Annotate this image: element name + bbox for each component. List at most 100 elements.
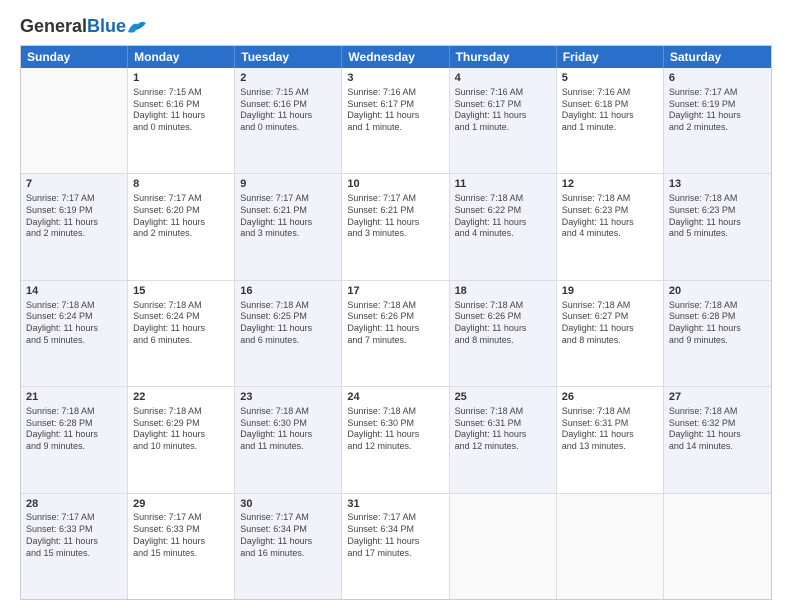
cell-line-2: Daylight: 11 hours [26, 217, 122, 229]
calendar-cell-1: 1Sunrise: 7:15 AMSunset: 6:16 PMDaylight… [128, 68, 235, 173]
cell-content: Sunrise: 7:17 AMSunset: 6:19 PMDaylight:… [669, 87, 766, 134]
cell-line-1: Sunset: 6:17 PM [455, 99, 551, 111]
cell-content: Sunrise: 7:15 AMSunset: 6:16 PMDaylight:… [133, 87, 229, 134]
cell-line-3: and 1 minute. [562, 122, 658, 134]
cell-line-1: Sunset: 6:30 PM [240, 418, 336, 430]
day-number: 2 [240, 71, 336, 86]
calendar-cell-18: 18Sunrise: 7:18 AMSunset: 6:26 PMDayligh… [450, 281, 557, 386]
cell-line-3: and 9 minutes. [26, 441, 122, 453]
cell-line-2: Daylight: 11 hours [347, 323, 443, 335]
cell-content: Sunrise: 7:16 AMSunset: 6:17 PMDaylight:… [347, 87, 443, 134]
day-number: 1 [133, 71, 229, 86]
cell-line-3: and 8 minutes. [562, 335, 658, 347]
calendar-cell-29: 29Sunrise: 7:17 AMSunset: 6:33 PMDayligh… [128, 494, 235, 599]
calendar-cell-24: 24Sunrise: 7:18 AMSunset: 6:30 PMDayligh… [342, 387, 449, 492]
cell-line-0: Sunrise: 7:15 AM [133, 87, 229, 99]
cell-line-0: Sunrise: 7:17 AM [26, 512, 122, 524]
cell-content: Sunrise: 7:18 AMSunset: 6:24 PMDaylight:… [26, 300, 122, 347]
day-number: 24 [347, 390, 443, 405]
cell-line-0: Sunrise: 7:18 AM [669, 300, 766, 312]
logo-blue: Blue [87, 16, 126, 37]
header: General Blue [20, 16, 772, 37]
cell-line-3: and 12 minutes. [455, 441, 551, 453]
cell-line-2: Daylight: 11 hours [669, 323, 766, 335]
cell-line-0: Sunrise: 7:17 AM [347, 193, 443, 205]
cell-line-0: Sunrise: 7:18 AM [240, 406, 336, 418]
calendar-cell-26: 26Sunrise: 7:18 AMSunset: 6:31 PMDayligh… [557, 387, 664, 492]
calendar-cell-19: 19Sunrise: 7:18 AMSunset: 6:27 PMDayligh… [557, 281, 664, 386]
calendar-cell-empty [664, 494, 771, 599]
cell-content: Sunrise: 7:17 AMSunset: 6:33 PMDaylight:… [133, 512, 229, 559]
calendar-cell-16: 16Sunrise: 7:18 AMSunset: 6:25 PMDayligh… [235, 281, 342, 386]
cell-line-2: Daylight: 11 hours [26, 536, 122, 548]
day-number: 29 [133, 497, 229, 512]
calendar-header: SundayMondayTuesdayWednesdayThursdayFrid… [21, 46, 771, 68]
cell-content: Sunrise: 7:18 AMSunset: 6:28 PMDaylight:… [26, 406, 122, 453]
cell-line-0: Sunrise: 7:18 AM [669, 193, 766, 205]
cell-content: Sunrise: 7:17 AMSunset: 6:34 PMDaylight:… [240, 512, 336, 559]
page: General Blue SundayMondayTuesdayWednesda… [0, 0, 792, 612]
cell-line-3: and 10 minutes. [133, 441, 229, 453]
cell-line-3: and 3 minutes. [240, 228, 336, 240]
cell-content: Sunrise: 7:17 AMSunset: 6:21 PMDaylight:… [347, 193, 443, 240]
calendar-cell-5: 5Sunrise: 7:16 AMSunset: 6:18 PMDaylight… [557, 68, 664, 173]
cell-content: Sunrise: 7:18 AMSunset: 6:30 PMDaylight:… [347, 406, 443, 453]
cell-line-2: Daylight: 11 hours [240, 110, 336, 122]
cell-line-3: and 17 minutes. [347, 548, 443, 560]
cell-line-1: Sunset: 6:28 PM [26, 418, 122, 430]
cell-line-3: and 5 minutes. [26, 335, 122, 347]
cell-content: Sunrise: 7:17 AMSunset: 6:19 PMDaylight:… [26, 193, 122, 240]
cell-content: Sunrise: 7:17 AMSunset: 6:34 PMDaylight:… [347, 512, 443, 559]
header-day-friday: Friday [557, 46, 664, 68]
cell-content: Sunrise: 7:16 AMSunset: 6:18 PMDaylight:… [562, 87, 658, 134]
cell-content: Sunrise: 7:18 AMSunset: 6:26 PMDaylight:… [347, 300, 443, 347]
cell-line-0: Sunrise: 7:18 AM [455, 193, 551, 205]
calendar-cell-11: 11Sunrise: 7:18 AMSunset: 6:22 PMDayligh… [450, 174, 557, 279]
cell-line-0: Sunrise: 7:18 AM [133, 300, 229, 312]
day-number: 9 [240, 177, 336, 192]
cell-line-0: Sunrise: 7:18 AM [562, 406, 658, 418]
calendar-cell-9: 9Sunrise: 7:17 AMSunset: 6:21 PMDaylight… [235, 174, 342, 279]
cell-line-2: Daylight: 11 hours [562, 217, 658, 229]
calendar-cell-25: 25Sunrise: 7:18 AMSunset: 6:31 PMDayligh… [450, 387, 557, 492]
calendar-cell-6: 6Sunrise: 7:17 AMSunset: 6:19 PMDaylight… [664, 68, 771, 173]
day-number: 25 [455, 390, 551, 405]
day-number: 11 [455, 177, 551, 192]
cell-line-1: Sunset: 6:28 PM [669, 311, 766, 323]
logo-bird-icon [126, 18, 148, 36]
cell-line-2: Daylight: 11 hours [562, 429, 658, 441]
cell-line-0: Sunrise: 7:16 AM [455, 87, 551, 99]
calendar-cell-13: 13Sunrise: 7:18 AMSunset: 6:23 PMDayligh… [664, 174, 771, 279]
cell-line-1: Sunset: 6:32 PM [669, 418, 766, 430]
cell-line-0: Sunrise: 7:17 AM [240, 512, 336, 524]
cell-line-1: Sunset: 6:34 PM [240, 524, 336, 536]
calendar-cell-21: 21Sunrise: 7:18 AMSunset: 6:28 PMDayligh… [21, 387, 128, 492]
cell-line-3: and 4 minutes. [455, 228, 551, 240]
cell-content: Sunrise: 7:18 AMSunset: 6:23 PMDaylight:… [669, 193, 766, 240]
day-number: 16 [240, 284, 336, 299]
day-number: 13 [669, 177, 766, 192]
calendar-row-1: 1Sunrise: 7:15 AMSunset: 6:16 PMDaylight… [21, 68, 771, 174]
cell-content: Sunrise: 7:18 AMSunset: 6:30 PMDaylight:… [240, 406, 336, 453]
cell-line-0: Sunrise: 7:16 AM [347, 87, 443, 99]
cell-line-3: and 2 minutes. [669, 122, 766, 134]
day-number: 8 [133, 177, 229, 192]
cell-line-2: Daylight: 11 hours [133, 429, 229, 441]
cell-line-2: Daylight: 11 hours [347, 536, 443, 548]
cell-line-2: Daylight: 11 hours [26, 323, 122, 335]
cell-line-2: Daylight: 11 hours [133, 217, 229, 229]
calendar-cell-14: 14Sunrise: 7:18 AMSunset: 6:24 PMDayligh… [21, 281, 128, 386]
cell-line-0: Sunrise: 7:18 AM [26, 300, 122, 312]
cell-line-1: Sunset: 6:20 PM [133, 205, 229, 217]
cell-line-2: Daylight: 11 hours [669, 217, 766, 229]
day-number: 22 [133, 390, 229, 405]
cell-content: Sunrise: 7:17 AMSunset: 6:20 PMDaylight:… [133, 193, 229, 240]
cell-line-2: Daylight: 11 hours [133, 110, 229, 122]
day-number: 31 [347, 497, 443, 512]
cell-line-1: Sunset: 6:19 PM [26, 205, 122, 217]
cell-content: Sunrise: 7:18 AMSunset: 6:29 PMDaylight:… [133, 406, 229, 453]
header-day-saturday: Saturday [664, 46, 771, 68]
cell-line-0: Sunrise: 7:17 AM [240, 193, 336, 205]
cell-line-3: and 12 minutes. [347, 441, 443, 453]
cell-content: Sunrise: 7:18 AMSunset: 6:26 PMDaylight:… [455, 300, 551, 347]
